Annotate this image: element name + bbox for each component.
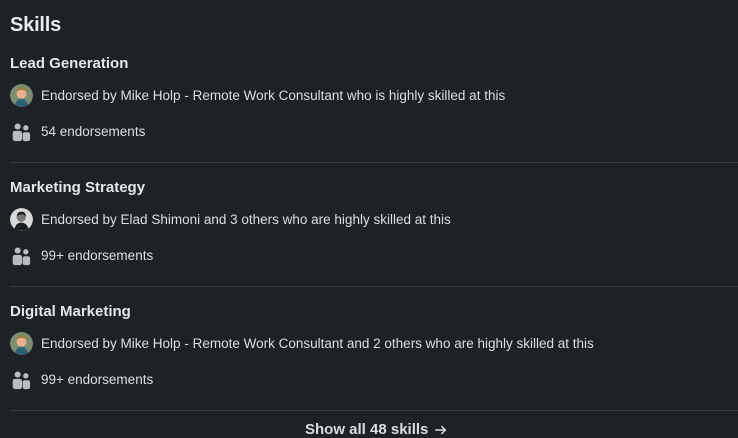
endorsement-note-row[interactable]: Endorsed by Mike Holp - Remote Work Cons… xyxy=(10,83,505,107)
skill-name[interactable]: Digital Marketing xyxy=(10,303,131,320)
show-all-label: Show all 48 skills xyxy=(305,421,429,438)
arrow-right-icon xyxy=(435,425,447,434)
endorsement-count-row[interactable]: 99+ endorsements xyxy=(10,367,153,391)
endorsement-note: Endorsed by Mike Holp - Remote Work Cons… xyxy=(41,335,594,351)
divider xyxy=(10,162,738,163)
people-icon xyxy=(12,246,31,265)
people-icon xyxy=(12,122,31,141)
skill-name[interactable]: Marketing Strategy xyxy=(10,179,145,196)
section-title: Skills xyxy=(10,14,62,36)
endorsement-count: 99+ endorsements xyxy=(41,247,154,263)
endorsement-count-row[interactable]: 54 endorsements xyxy=(10,119,145,143)
avatar xyxy=(10,331,33,355)
endorsement-note-row[interactable]: Endorsed by Elad Shimoni and 3 others wh… xyxy=(10,207,451,231)
endorsement-note-row[interactable]: Endorsed by Mike Holp - Remote Work Cons… xyxy=(10,331,594,355)
endorsement-count: 99+ endorsements xyxy=(41,371,154,387)
skill-name[interactable]: Lead Generation xyxy=(10,55,128,72)
skills-section: Skills Lead Generation Endorsed by Mike … xyxy=(0,0,738,438)
skill-item: Lead Generation Endorsed by Mike Holp - … xyxy=(0,55,738,179)
divider xyxy=(10,286,738,287)
show-all-skills-button[interactable]: Show all 48 skills xyxy=(305,421,448,438)
people-icon xyxy=(12,370,31,389)
endorsement-note: Endorsed by Elad Shimoni and 3 others wh… xyxy=(41,211,451,227)
avatar xyxy=(10,207,33,231)
skill-item: Marketing Strategy Endorsed by Elad Shim… xyxy=(0,179,738,303)
avatar xyxy=(10,83,33,107)
skill-item: Digital Marketing Endorsed by Mike Holp … xyxy=(0,303,738,427)
endorsement-count: 54 endorsements xyxy=(41,123,146,139)
divider xyxy=(10,410,738,411)
endorsement-note: Endorsed by Mike Holp - Remote Work Cons… xyxy=(41,87,506,103)
endorsement-count-row[interactable]: 99+ endorsements xyxy=(10,243,153,267)
